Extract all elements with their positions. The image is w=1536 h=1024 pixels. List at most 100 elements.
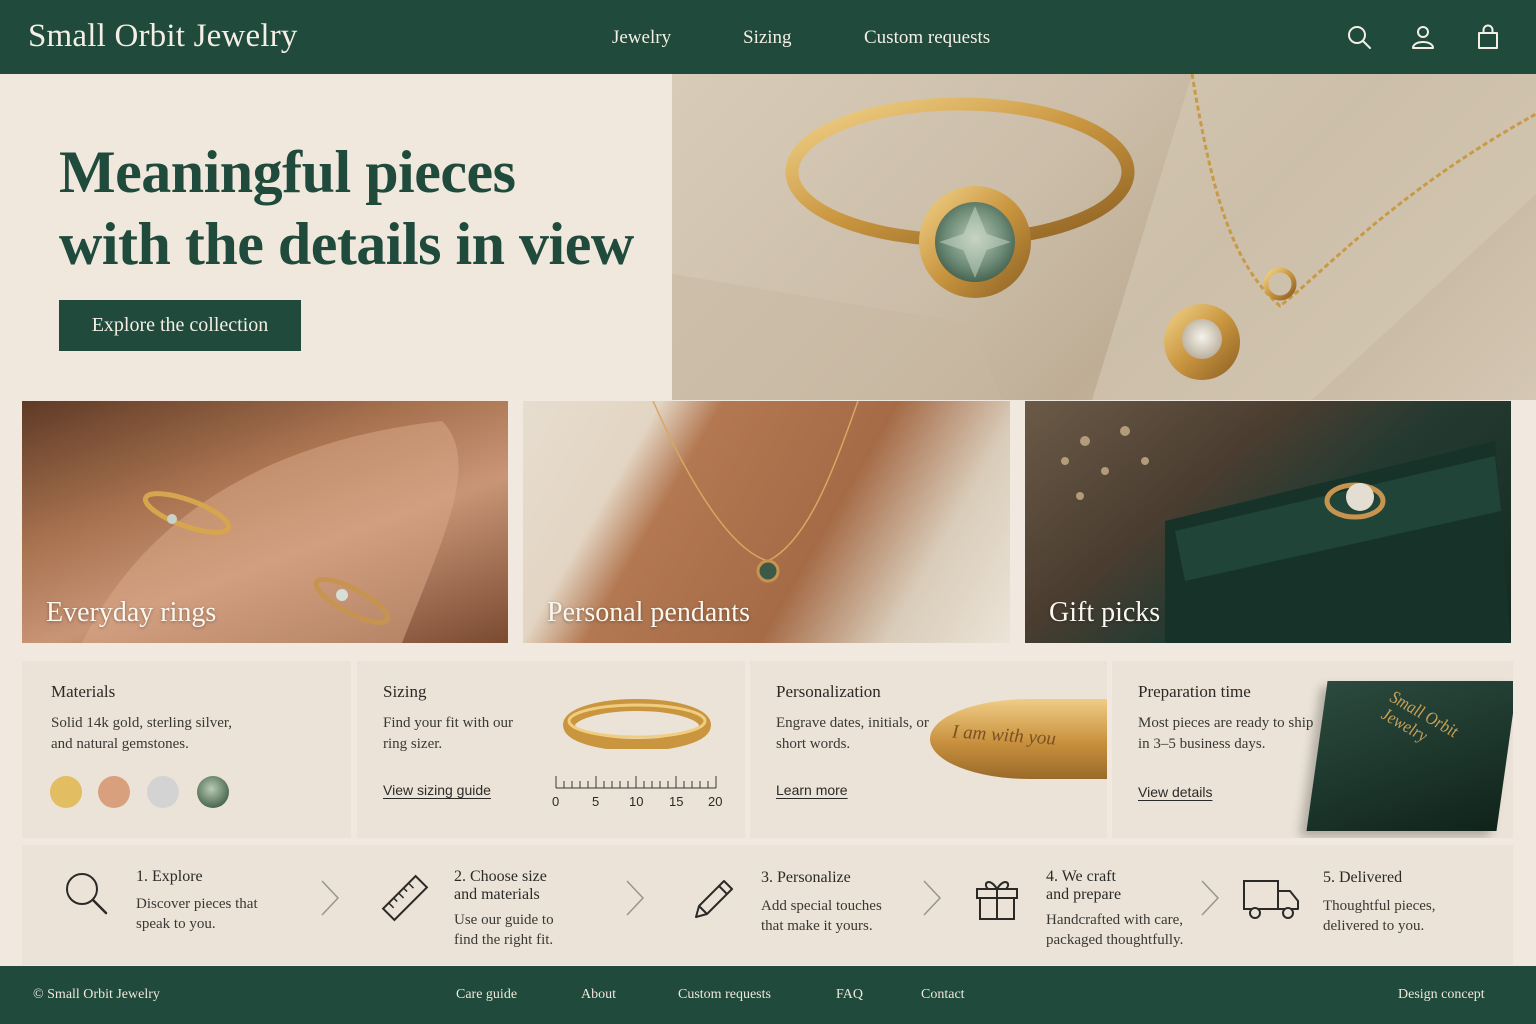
chevron-right-icon <box>626 880 645 916</box>
step-4-description: Handcrafted with care, packaged thoughtf… <box>1046 910 1183 950</box>
footer-link-faq[interactable]: FAQ <box>836 987 863 1003</box>
engraving-text: I am with you <box>951 721 1057 750</box>
learn-more-link[interactable]: Learn more <box>776 782 848 798</box>
gift-box-logo: Small Orbit Jewelry <box>1378 686 1461 759</box>
preparation-desc-line2: in 3–5 business days. <box>1138 736 1266 752</box>
sizing-description: Find your fit with our ring sizer. <box>383 713 513 755</box>
footer-link-custom-requests[interactable]: Custom requests <box>678 987 771 1003</box>
materials-title: Materials <box>51 682 116 701</box>
personalization-desc-line1: Engrave dates, initials, or <box>776 715 929 731</box>
bag-icon[interactable] <box>1475 24 1501 50</box>
step-4-title-line1: 4. We craft <box>1046 868 1116 885</box>
step-1-title: 1. Explore <box>136 868 203 885</box>
footer-link-care-guide[interactable]: Care guide <box>456 987 517 1003</box>
hero-title: Meaningful pieces with the details in vi… <box>59 136 659 280</box>
ruler-label-20: 20 <box>708 794 723 809</box>
personalization-desc-line2: short words. <box>776 736 851 752</box>
step-2-title: 2. Choose size and materials <box>454 868 547 904</box>
step-4-desc-line2: packaged thoughtfully. <box>1046 932 1184 948</box>
nav-sizing[interactable]: Sizing <box>743 27 792 49</box>
hero-image <box>672 74 1536 400</box>
step-3-description: Add special touches that make it yours. <box>761 896 882 936</box>
account-icon[interactable] <box>1410 24 1436 50</box>
chevron-right-icon <box>923 880 942 916</box>
personalization-title: Personalization <box>776 682 881 701</box>
step-4-desc-line1: Handcrafted with care, <box>1046 912 1184 928</box>
sizing-desc-line2: ring sizer. <box>383 736 443 752</box>
ruler-label-15: 15 <box>669 794 684 809</box>
ring-and-pendant-photo <box>672 74 1536 400</box>
step-5-description: Thoughtful pieces, delivered to you. <box>1323 896 1435 936</box>
hero-panel: Meaningful pieces with the details in vi… <box>0 74 672 400</box>
step-4-title-line2: and prepare <box>1046 886 1122 903</box>
ruler-label-10: 10 <box>629 794 644 809</box>
sizing-desc-line1: Find your fit with our <box>383 715 513 731</box>
tile-label-gift-picks: Gift picks <box>1049 597 1161 628</box>
step-2-title-line1: 2. Choose size <box>454 868 547 885</box>
site-footer: © Small Orbit Jewelry Care guide About C… <box>0 966 1536 1024</box>
pencil-icon <box>695 880 733 918</box>
materials-card: Materials Solid 14k gold, sterling silve… <box>22 661 351 838</box>
step-1-desc-line2: speak to you. <box>136 916 216 932</box>
materials-description: Solid 14k gold, sterling silver, and nat… <box>51 713 232 755</box>
footer-copyright: © Small Orbit Jewelry <box>33 987 160 1002</box>
site-header: Small Orbit Jewelry Jewelry Sizing Custo… <box>0 0 1536 74</box>
step-1-desc-line1: Discover pieces that <box>136 896 258 912</box>
step-4-title: 4. We craft and prepare <box>1046 868 1121 904</box>
chevron-right-icon <box>321 880 340 916</box>
gold-band-image <box>563 699 711 749</box>
step-1-description: Discover pieces that speak to you. <box>136 894 258 934</box>
category-tile-gift-picks[interactable]: Gift picks <box>1025 401 1511 643</box>
chevron-right-icon <box>1201 880 1220 916</box>
search-icon <box>66 873 108 915</box>
step-2-description: Use our guide to find the right fit. <box>454 910 554 950</box>
swatch-rose-gold[interactable] <box>98 776 130 808</box>
view-sizing-guide-link[interactable]: View sizing guide <box>383 782 491 798</box>
ruler-icon <box>381 874 429 922</box>
step-3-title: 3. Personalize <box>761 869 851 886</box>
search-icon[interactable] <box>1346 24 1372 50</box>
step-2-desc-line1: Use our guide to <box>454 912 554 928</box>
category-tile-personal-pendants[interactable]: Personal pendants <box>523 401 1010 643</box>
personalization-description: Engrave dates, initials, or short words. <box>776 713 929 755</box>
brand-logo[interactable]: Small Orbit Jewelry <box>28 18 298 55</box>
hero-title-line2: with the details in view <box>59 211 634 277</box>
step-3-desc-line1: Add special touches <box>761 898 882 914</box>
process-steps: 1. Explore Discover pieces that speak to… <box>22 845 1513 965</box>
step-2-title-line2: and materials <box>454 886 540 903</box>
view-details-link[interactable]: View details <box>1138 784 1212 800</box>
step-2-desc-line2: find the right fit. <box>454 932 554 948</box>
preparation-title: Preparation time <box>1138 682 1251 701</box>
ruler-label-0: 0 <box>552 794 560 809</box>
engraved-band: I am with you <box>930 699 1107 779</box>
swatch-silver[interactable] <box>147 776 179 808</box>
category-tile-everyday-rings[interactable]: Everyday rings <box>22 401 508 643</box>
explore-collection-button[interactable]: Explore the collection <box>59 300 301 351</box>
gift-icon <box>976 881 1018 920</box>
truck-icon <box>1243 880 1299 919</box>
footer-link-contact[interactable]: Contact <box>921 987 965 1003</box>
tile-label-personal-pendants: Personal pendants <box>547 597 750 628</box>
nav-jewelry[interactable]: Jewelry <box>612 27 671 49</box>
preparation-description: Most pieces are ready to ship in 3–5 bus… <box>1138 713 1313 755</box>
step-5-desc-line2: delivered to you. <box>1323 918 1425 934</box>
sizing-title: Sizing <box>383 682 427 701</box>
nav-custom-requests[interactable]: Custom requests <box>864 27 990 49</box>
ruler-label-5: 5 <box>592 794 600 809</box>
sizing-card: Sizing Find your fit with our ring sizer… <box>357 661 745 838</box>
swatch-gold[interactable] <box>50 776 82 808</box>
gift-box-image: Small Orbit Jewelry <box>1306 681 1513 831</box>
step-5-title: 5. Delivered <box>1323 869 1403 886</box>
step-3-desc-line2: that make it yours. <box>761 918 873 934</box>
personalization-card: Personalization Engrave dates, initials,… <box>750 661 1107 838</box>
tile-label-everyday-rings: Everyday rings <box>46 597 217 628</box>
preparation-card: Preparation time Most pieces are ready t… <box>1112 661 1513 838</box>
preparation-desc-line1: Most pieces are ready to ship <box>1138 715 1314 731</box>
swatch-gemstone[interactable] <box>197 776 229 808</box>
footer-link-about[interactable]: About <box>581 987 616 1003</box>
materials-desc-line2: and natural gemstones. <box>51 736 189 752</box>
footer-design-note: Design concept <box>1398 987 1485 1002</box>
hero-title-line1: Meaningful pieces <box>59 139 516 205</box>
step-5-desc-line1: Thoughtful pieces, <box>1323 898 1436 914</box>
materials-desc-line1: Solid 14k gold, sterling silver, <box>51 715 233 731</box>
